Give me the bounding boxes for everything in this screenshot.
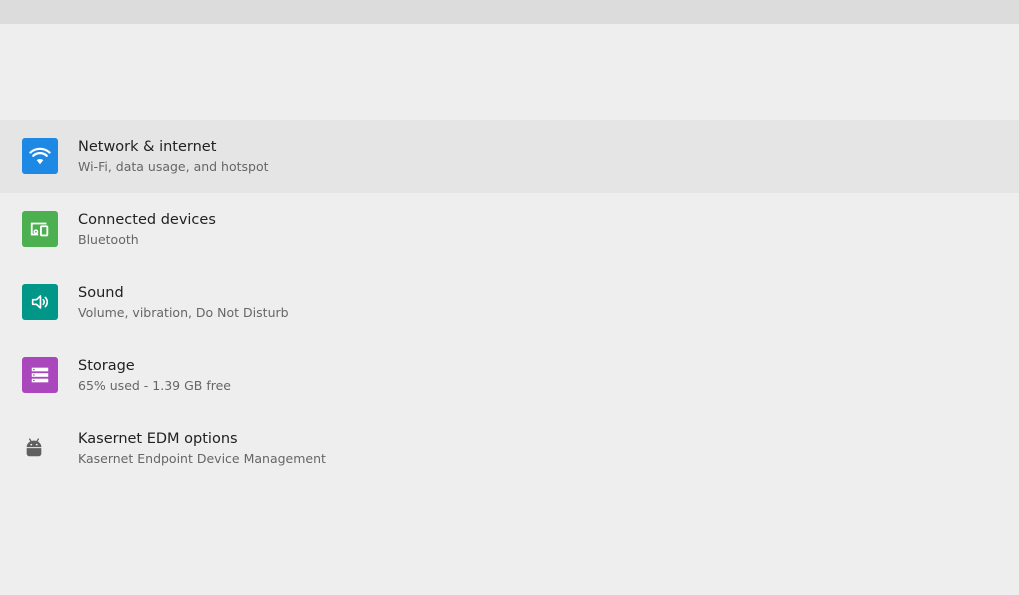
android-icon: [22, 430, 46, 466]
settings-item-title: Network & internet: [78, 139, 217, 155]
storage-icon: [22, 357, 58, 393]
settings-item-text: Network & internet Wi-Fi, data usage, an…: [78, 138, 269, 175]
status-bar: [0, 0, 1019, 24]
settings-item-connected-devices[interactable]: Connected devices Bluetooth: [0, 193, 1019, 266]
settings-item-title: Connected devices: [78, 212, 216, 228]
settings-item-title: Storage: [78, 358, 135, 374]
settings-item-text: Kasernet EDM options Kasernet Endpoint D…: [78, 430, 326, 467]
settings-list: Network & internet Wi-Fi, data usage, an…: [0, 120, 1019, 485]
settings-item-title: Sound: [78, 285, 124, 301]
settings-item-title: Kasernet EDM options: [78, 431, 238, 447]
settings-item-storage[interactable]: Storage 65% used - 1.39 GB free: [0, 339, 1019, 412]
settings-item-subtitle: 65% used - 1.39 GB free: [78, 378, 231, 393]
settings-item-kasernet-edm[interactable]: Kasernet EDM options Kasernet Endpoint D…: [0, 412, 1019, 485]
settings-item-subtitle: Volume, vibration, Do Not Disturb: [78, 305, 289, 320]
wifi-icon: [22, 138, 58, 174]
settings-item-sound[interactable]: Sound Volume, vibration, Do Not Disturb: [0, 266, 1019, 339]
speaker-icon: [22, 284, 58, 320]
settings-item-text: Sound Volume, vibration, Do Not Disturb: [78, 284, 289, 321]
settings-item-network-internet[interactable]: Network & internet Wi-Fi, data usage, an…: [0, 120, 1019, 193]
settings-item-subtitle: Bluetooth: [78, 232, 139, 247]
settings-item-text: Storage 65% used - 1.39 GB free: [78, 357, 231, 394]
settings-item-text: Connected devices Bluetooth: [78, 211, 216, 248]
settings-item-subtitle: Wi-Fi, data usage, and hotspot: [78, 159, 269, 174]
settings-item-subtitle: Kasernet Endpoint Device Management: [78, 451, 326, 466]
devices-icon: [22, 211, 58, 247]
